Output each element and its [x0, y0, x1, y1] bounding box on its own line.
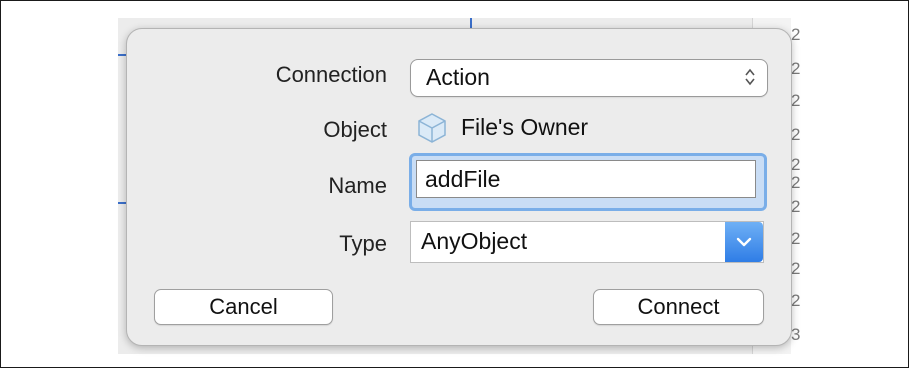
name-field-focus-ring	[409, 153, 767, 211]
line-number: 2	[791, 59, 801, 78]
name-label: Name	[328, 173, 387, 198]
line-number: 2	[791, 125, 801, 144]
connection-dialog: Connection Action Object File's Owner Na…	[126, 28, 792, 346]
line-number: 2	[791, 197, 801, 216]
connect-button[interactable]: Connect	[593, 289, 764, 325]
object-label: Object	[323, 117, 387, 142]
connection-popup[interactable]: Action	[410, 59, 768, 97]
type-combo-box[interactable]: AnyObject	[410, 221, 764, 263]
type-label: Type	[339, 231, 387, 256]
type-dropdown-button[interactable]	[725, 222, 763, 262]
updown-arrows-icon	[745, 68, 755, 86]
line-number: 2	[791, 155, 801, 174]
line-number: 2	[791, 173, 801, 192]
type-value: AnyObject	[421, 228, 528, 254]
line-number: 2	[791, 259, 801, 278]
object-value: File's Owner	[461, 114, 589, 140]
line-number: 2	[791, 25, 801, 44]
name-input[interactable]	[416, 160, 756, 198]
line-number: 3	[791, 325, 801, 344]
connection-value: Action	[426, 64, 490, 90]
canvas-guide-vertical	[470, 18, 472, 28]
cancel-button[interactable]: Cancel	[154, 289, 333, 325]
connection-label: Connection	[275, 62, 387, 87]
line-number: 2	[791, 229, 801, 248]
chevron-down-icon	[736, 237, 752, 247]
line-number: 2	[791, 291, 801, 310]
cube-icon	[418, 113, 446, 143]
line-number: 2	[791, 91, 801, 110]
